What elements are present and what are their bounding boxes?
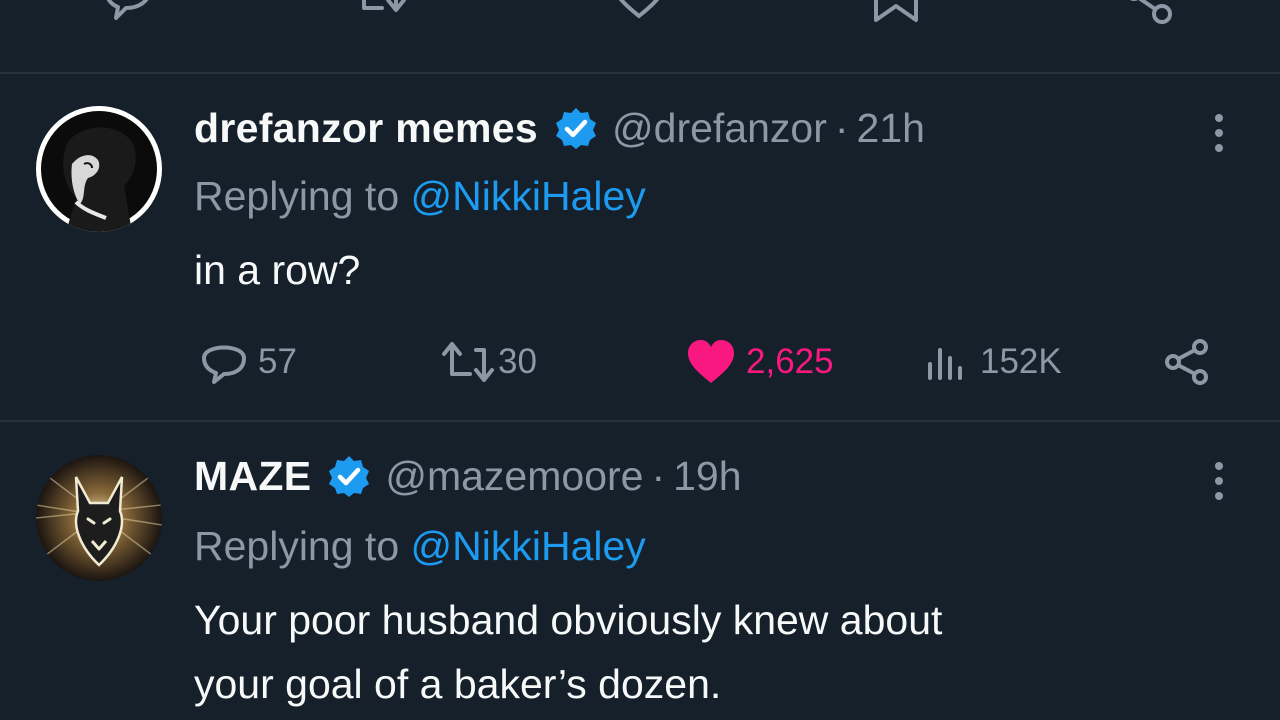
- tweet-mazemoore[interactable]: MAZE @mazemoore · 19h Replying to @Nikki…: [0, 422, 1280, 720]
- like-button[interactable]: 2,625: [686, 332, 834, 392]
- mention-link[interactable]: @NikkiHaley: [411, 173, 646, 219]
- views-button[interactable]: 152K: [924, 332, 1062, 392]
- display-name[interactable]: MAZE: [194, 452, 311, 500]
- handle[interactable]: @drefanzor: [612, 104, 827, 152]
- views-chart-icon: [928, 348, 962, 380]
- bookmark-icon[interactable]: [866, 0, 926, 34]
- tweet-header: MAZE @mazemoore · 19h: [194, 452, 742, 500]
- like-count: 2,625: [746, 342, 834, 381]
- avatar[interactable]: [36, 106, 162, 232]
- retweet-button[interactable]: 30: [440, 332, 537, 392]
- display-name[interactable]: drefanzor memes: [194, 104, 538, 152]
- tweet-text-line: your goal of a baker’s dozen.: [194, 661, 722, 707]
- reply-icon[interactable]: [98, 0, 158, 34]
- reply-icon: [202, 345, 246, 384]
- separator-dot: ·: [651, 453, 666, 499]
- share-icon[interactable]: [1122, 0, 1182, 34]
- tweet-text: in a row?: [194, 247, 361, 293]
- tweet-thread-screen: drefanzor memes @drefanzor · 21h Replyin…: [0, 0, 1280, 720]
- verified-badge-icon[interactable]: [554, 106, 598, 150]
- replying-prefix: Replying to: [194, 523, 411, 569]
- tweet-header: drefanzor memes @drefanzor · 21h: [194, 104, 925, 152]
- replying-to: Replying to @NikkiHaley: [194, 522, 646, 570]
- avatar[interactable]: [36, 455, 162, 581]
- heart-filled-icon: [688, 340, 734, 383]
- replying-to: Replying to @NikkiHaley: [194, 172, 646, 220]
- handle[interactable]: @mazemoore: [385, 452, 643, 500]
- mention-link[interactable]: @NikkiHaley: [411, 523, 646, 569]
- retweet-icon[interactable]: [356, 0, 416, 34]
- replying-prefix: Replying to: [194, 173, 411, 219]
- share-button[interactable]: [1164, 332, 1212, 392]
- separator-dot: ·: [834, 105, 849, 151]
- tweet-drefanzor[interactable]: drefanzor memes @drefanzor · 21h Replyin…: [0, 74, 1280, 420]
- more-options-icon[interactable]: [1204, 458, 1234, 504]
- reply-button[interactable]: 57: [198, 332, 297, 392]
- tweet-text-line: Your poor husband obviously knew about: [194, 597, 943, 643]
- retweet-icon: [442, 342, 494, 382]
- reply-count: 57: [258, 342, 297, 381]
- timestamp[interactable]: 21h: [857, 104, 925, 152]
- share-icon: [1165, 339, 1208, 385]
- timestamp[interactable]: 19h: [673, 452, 741, 500]
- more-options-icon[interactable]: [1204, 110, 1234, 156]
- view-count: 152K: [980, 342, 1062, 381]
- like-icon[interactable]: [609, 0, 669, 34]
- tweet-text: Your poor husband obviously knew about y…: [194, 588, 1234, 716]
- parent-tweet-actions: [0, 0, 1280, 74]
- tweet-actions: 57 30 2,625 152K: [0, 332, 1280, 392]
- retweet-count: 30: [498, 342, 537, 381]
- verified-badge-icon[interactable]: [327, 454, 371, 498]
